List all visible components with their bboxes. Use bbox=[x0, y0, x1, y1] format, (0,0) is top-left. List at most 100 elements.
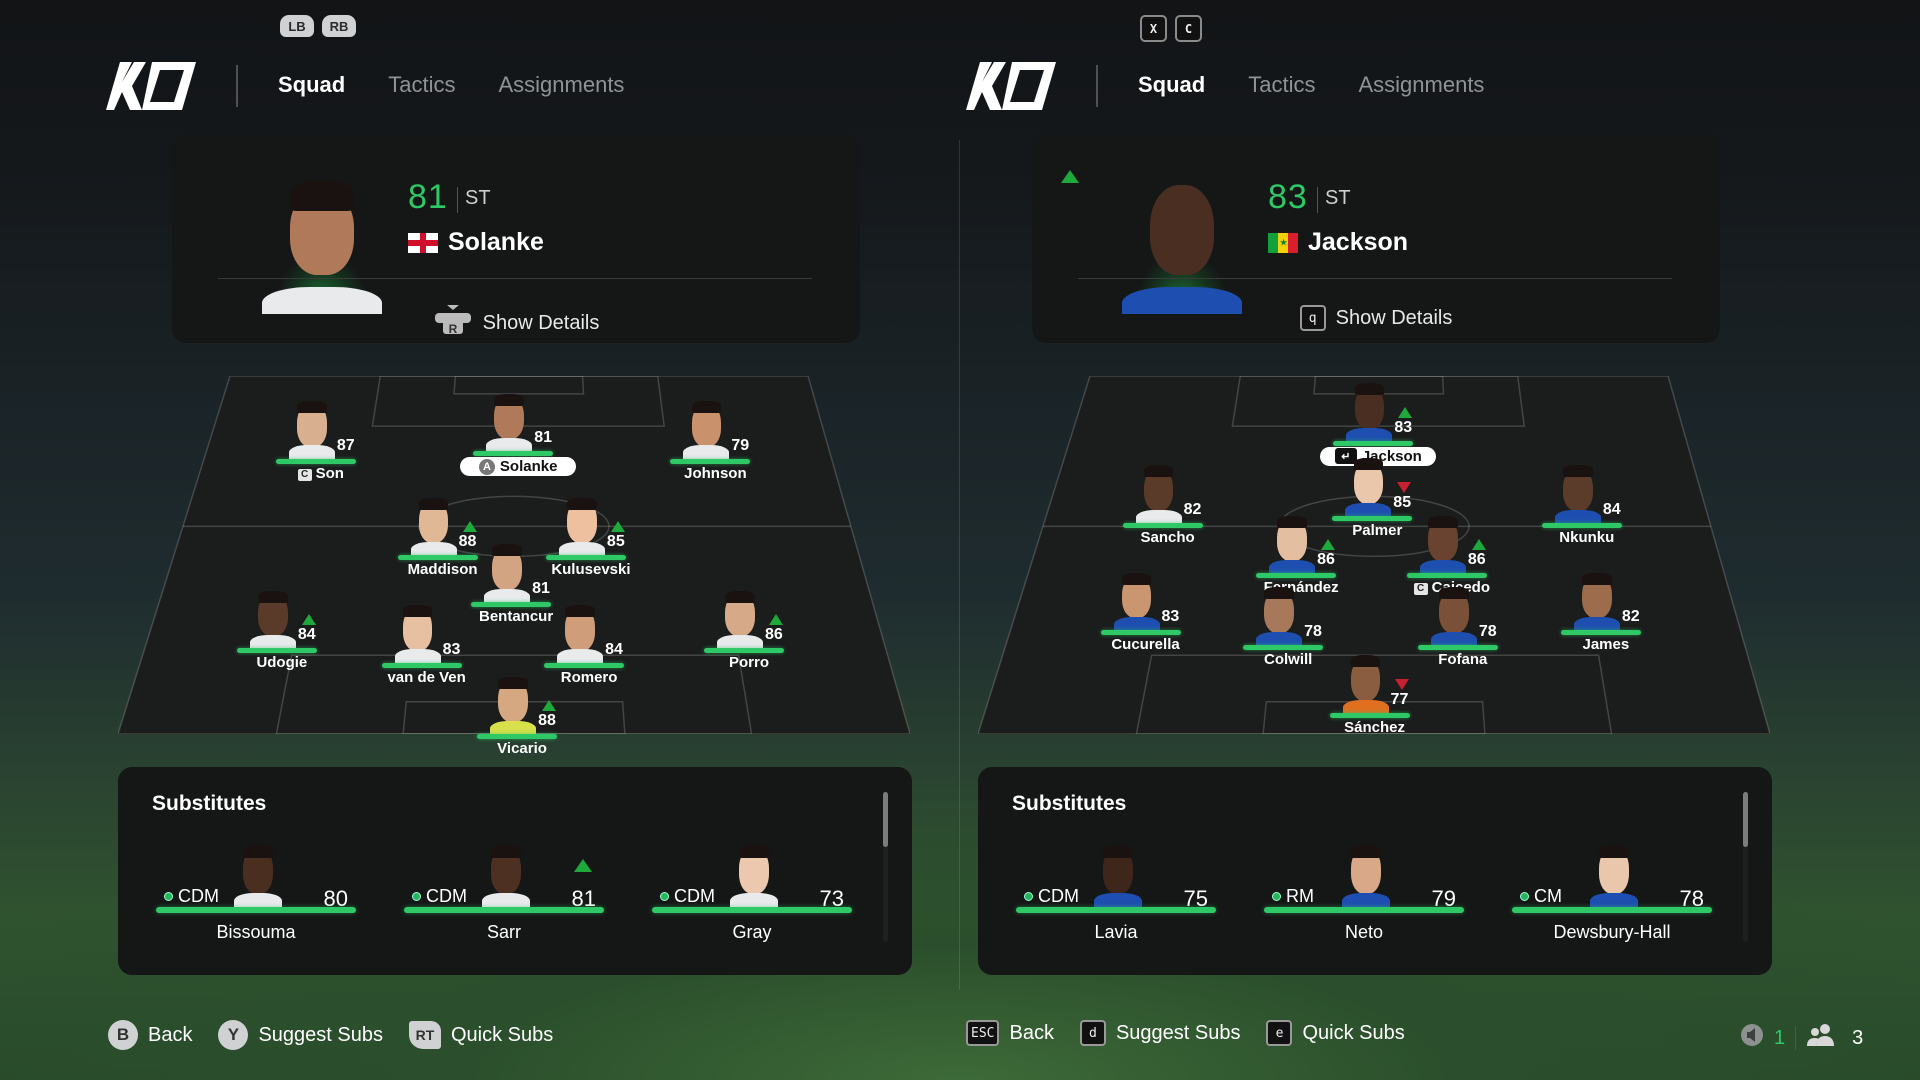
substitute-player[interactable]: CM 78 Dewsbury-Hall bbox=[1512, 842, 1712, 962]
player-rating: 77 bbox=[1390, 690, 1409, 708]
player-rating: 82 bbox=[1183, 501, 1202, 519]
player-rating: 84 bbox=[605, 640, 623, 658]
position-label: RM bbox=[1286, 886, 1314, 906]
sub-name: Dewsbury-Hall bbox=[1553, 922, 1671, 942]
home-panel: LB RB Squad Tactics Assignments 81 ST So… bbox=[0, 0, 960, 1080]
back-button[interactable]: ESC Back bbox=[966, 1020, 1054, 1046]
player-photo bbox=[1573, 570, 1620, 631]
player-kit bbox=[1342, 892, 1390, 907]
c-key-icon[interactable]: C bbox=[1175, 15, 1202, 42]
player-photo bbox=[394, 603, 441, 663]
player-photo bbox=[1590, 842, 1638, 907]
player-rating: 81 bbox=[534, 429, 552, 447]
tab-tactics[interactable]: Tactics bbox=[388, 72, 455, 98]
selected-player-card[interactable]: 81 ST Solanke R Show Details bbox=[172, 135, 860, 343]
player-photo bbox=[486, 391, 533, 452]
status-dot-icon bbox=[1024, 892, 1033, 901]
button-hints: B Back Y Suggest Subs RT Quick Subs bbox=[108, 1020, 579, 1050]
speaker-icon[interactable] bbox=[1740, 1023, 1764, 1053]
lineup-player[interactable]: 83 Cucurella bbox=[1076, 570, 1216, 662]
suggest-subs-button[interactable]: d Suggest Subs bbox=[1079, 1020, 1241, 1046]
lineup-player[interactable]: 77 Sánchez bbox=[1305, 653, 1445, 745]
position-label: CDM bbox=[426, 886, 467, 906]
lb-button-icon[interactable]: LB bbox=[280, 15, 314, 37]
main-tabs: Squad Tactics Assignments bbox=[1138, 72, 1484, 98]
quick-subs-label: Quick Subs bbox=[1302, 1021, 1405, 1044]
substitute-player[interactable]: CDM 80 Bissouma bbox=[156, 842, 356, 962]
lineup-player[interactable]: 81 A Solanke bbox=[448, 391, 588, 483]
player-kit bbox=[1269, 559, 1316, 574]
player-name-label: Porro bbox=[659, 654, 839, 671]
lineup-player[interactable]: 79 Johnson bbox=[645, 399, 785, 491]
fitness-bar bbox=[156, 907, 356, 913]
substitutes-scrollbar[interactable] bbox=[1743, 792, 1748, 942]
tab-assignments[interactable]: Assignments bbox=[498, 72, 624, 98]
status-separator bbox=[1795, 1026, 1797, 1050]
player-photo bbox=[1269, 513, 1316, 574]
show-details-label: Show Details bbox=[1335, 306, 1453, 329]
show-details-button[interactable]: R Show Details bbox=[172, 305, 860, 341]
sub-name: Neto bbox=[1344, 922, 1384, 942]
tab-switch-hints: LB RB bbox=[280, 15, 356, 37]
substitute-player[interactable]: RM 79 Neto bbox=[1264, 842, 1464, 962]
lineup-player[interactable]: 84 Nkunku bbox=[1517, 463, 1657, 555]
lineup-player[interactable]: 82 James bbox=[1536, 570, 1676, 662]
quick-subs-button[interactable]: e Quick Subs bbox=[1266, 1020, 1405, 1046]
player-photo bbox=[557, 603, 604, 663]
player-rating: 82 bbox=[1621, 608, 1640, 626]
player-kit bbox=[490, 721, 537, 735]
suggest-subs-label: Suggest Subs bbox=[1115, 1021, 1241, 1044]
suggest-subs-button[interactable]: Y Suggest Subs bbox=[218, 1020, 383, 1050]
lineup-player[interactable]: 84 Udogie bbox=[212, 588, 352, 680]
player-hair bbox=[1350, 844, 1382, 858]
position-label: CDM bbox=[1038, 886, 1079, 906]
lineup-player[interactable]: 82 Sancho bbox=[1098, 463, 1238, 555]
users-icon[interactable] bbox=[1806, 1023, 1836, 1053]
player-rating: 88 bbox=[538, 712, 556, 730]
tab-tactics[interactable]: Tactics bbox=[1248, 72, 1315, 98]
esc-key-icon: ESC bbox=[966, 1020, 1000, 1046]
player-kit bbox=[557, 649, 604, 663]
player-rating: 79 bbox=[731, 436, 750, 454]
fitness-bar bbox=[1256, 573, 1337, 579]
lineup-player[interactable]: 87 C Son bbox=[251, 399, 391, 491]
substitute-player[interactable]: CDM 75 Lavia bbox=[1016, 842, 1216, 962]
scrollbar-thumb[interactable] bbox=[1743, 792, 1748, 847]
player-name: Solanke bbox=[448, 228, 544, 256]
fitness-bar bbox=[1417, 644, 1498, 650]
away-panel: X C Squad Tactics Assignments 83 ST ★ Ja… bbox=[860, 0, 1820, 1080]
header-separator bbox=[236, 65, 238, 107]
b-button-icon: B bbox=[108, 1020, 138, 1050]
show-details-button[interactable]: q Show Details bbox=[1032, 305, 1720, 331]
fitness-bar bbox=[477, 734, 558, 740]
tab-squad[interactable]: Squad bbox=[278, 72, 345, 98]
selected-player-label[interactable]: A Solanke bbox=[460, 457, 577, 477]
player-rating: 78 bbox=[1304, 622, 1322, 640]
tab-assignments[interactable]: Assignments bbox=[1358, 72, 1484, 98]
player-hair bbox=[1121, 572, 1152, 585]
player-photo bbox=[484, 542, 531, 602]
player-hair bbox=[1102, 844, 1134, 858]
lineup-player[interactable]: 86 Porro bbox=[679, 588, 819, 680]
rb-button-icon[interactable]: RB bbox=[322, 15, 356, 37]
quick-subs-button[interactable]: RT Quick Subs bbox=[409, 1021, 553, 1049]
player-rating: 81 bbox=[408, 178, 448, 216]
fitness-bar bbox=[1122, 523, 1203, 529]
player-photo bbox=[249, 588, 296, 649]
fitness-bar bbox=[704, 648, 785, 654]
back-button[interactable]: B Back bbox=[108, 1020, 192, 1050]
player-hair bbox=[1354, 383, 1385, 396]
player-photo bbox=[234, 842, 282, 907]
selected-player-card[interactable]: 83 ST ★ Jackson q Show Details bbox=[1032, 135, 1720, 343]
player-hair bbox=[1428, 515, 1458, 528]
player-name: Vicario bbox=[497, 740, 547, 758]
x-key-icon[interactable]: X bbox=[1140, 15, 1167, 42]
substitute-player[interactable]: CDM 81 Sarr bbox=[404, 842, 604, 962]
tab-squad[interactable]: Squad bbox=[1138, 72, 1205, 98]
player-rating: 86 bbox=[765, 626, 783, 644]
player-name-label: James bbox=[1516, 636, 1696, 653]
main-tabs: Squad Tactics Assignments bbox=[278, 72, 624, 98]
substitute-player[interactable]: CDM 73 Gray bbox=[652, 842, 852, 962]
sub-position: CDM bbox=[1024, 886, 1079, 907]
lineup-player[interactable]: 88 Vicario bbox=[452, 674, 592, 766]
